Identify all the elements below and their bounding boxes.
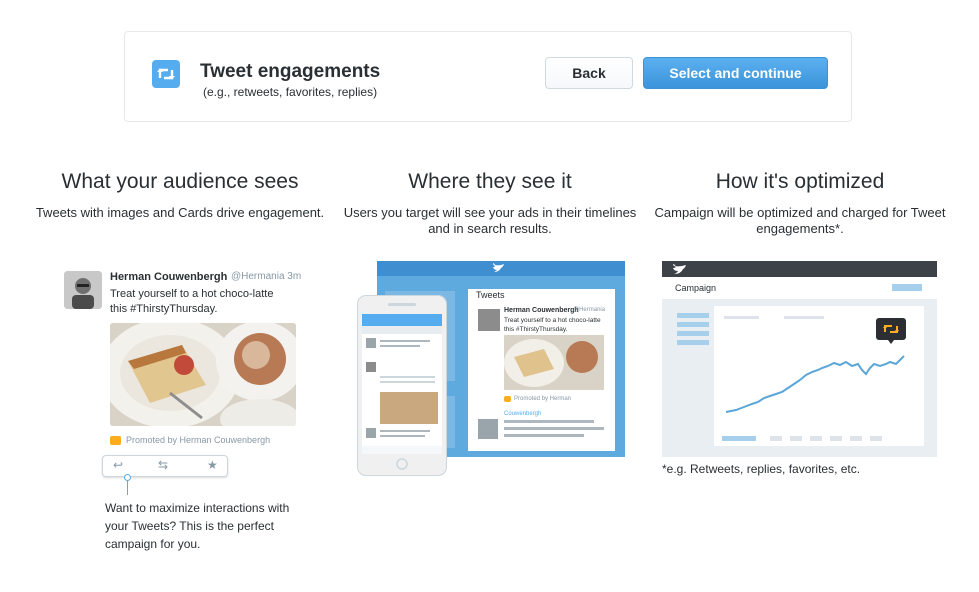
mini-promoted-label: Promoted by Herman — [504, 396, 571, 402]
mini-tweet-photo — [504, 335, 604, 390]
placeholder-line — [504, 420, 594, 423]
reply-icon[interactable]: ↩ — [113, 458, 123, 472]
promoted-icon — [110, 435, 121, 445]
chart-legend-item — [830, 436, 842, 441]
promoted-label: Promoted by Herman Couwenbergh — [110, 435, 270, 445]
promoted-text: Promoted by Herman Couwenbergh — [126, 435, 271, 445]
tweet-action-bar: ↩ ⇆ ★ — [102, 455, 228, 477]
chart-legend-item — [870, 436, 882, 441]
favorite-star-icon[interactable]: ★ — [207, 458, 218, 472]
objective-title: Tweet engagements — [200, 61, 381, 82]
mini-suggestion-name: Couwenbergh — [504, 411, 542, 417]
mini-avatar — [478, 309, 500, 331]
tweet-author-name: Herman Couwenbergh — [110, 271, 228, 283]
chart-legend-item — [810, 436, 822, 441]
placeholder-line — [504, 434, 584, 437]
footnote: *e.g. Retweets, replies, favorites, etc. — [662, 462, 861, 476]
chart-legend-item — [722, 436, 756, 441]
tweet-author-handle: @Hermania 3m — [231, 271, 302, 282]
mini-tweet-handle: @Hermania — [573, 307, 606, 313]
avatar — [64, 271, 102, 309]
side-menu-item — [677, 331, 709, 336]
side-menu-item — [677, 313, 709, 318]
retweet-icon — [152, 60, 180, 88]
mini-tweet-text: Treat yourself to a hot choco-latte this… — [504, 317, 601, 333]
column-description-audience: Tweets with images and Cards drive engag… — [35, 205, 325, 220]
column-description-optimization: Campaign will be optimized and charged f… — [654, 205, 946, 236]
phone-illustration — [357, 295, 447, 476]
timeline-label: Tweets — [476, 290, 505, 300]
back-button[interactable]: Back — [545, 57, 633, 89]
column-description-placement: Users you target will see your ads in th… — [343, 205, 637, 236]
retweet-action-icon[interactable]: ⇆ — [158, 458, 168, 472]
column-title-audience: What your audience sees — [61, 170, 299, 193]
side-menu-item — [677, 322, 709, 327]
column-title-placement: Where they see it — [408, 170, 572, 193]
analytics-topbar — [662, 261, 937, 277]
placeholder-line — [504, 427, 604, 430]
chart-legend-item — [790, 436, 802, 441]
objective-header-card: Tweet engagements (e.g., retweets, favor… — [124, 31, 852, 122]
header-toggle — [892, 284, 922, 291]
mini-avatar-2 — [478, 419, 498, 439]
campaign-label: Campaign — [675, 283, 717, 293]
mini-tweet-name: Herman Couwenbergh — [504, 307, 579, 314]
tweet-text: Treat yourself to a hot choco-latte this… — [110, 288, 274, 315]
chart-legend-item — [850, 436, 862, 441]
select-and-continue-button[interactable]: Select and continue — [643, 57, 828, 89]
retweet-bubble-icon — [876, 318, 906, 344]
callout-text: Want to maximize interactions with your … — [105, 501, 290, 551]
side-menu-item — [677, 340, 709, 345]
column-title-optimization: How it's optimized — [715, 170, 885, 193]
chart-legend-item — [770, 436, 782, 441]
mini-promoted-icon — [504, 396, 511, 402]
objective-subtitle: (e.g., retweets, favorites, replies) — [203, 85, 378, 99]
timeline-card: Herman Couwenbergh @Hermania Treat yours… — [468, 289, 615, 451]
tweet-photo — [110, 323, 296, 426]
callout-dot — [124, 474, 131, 481]
